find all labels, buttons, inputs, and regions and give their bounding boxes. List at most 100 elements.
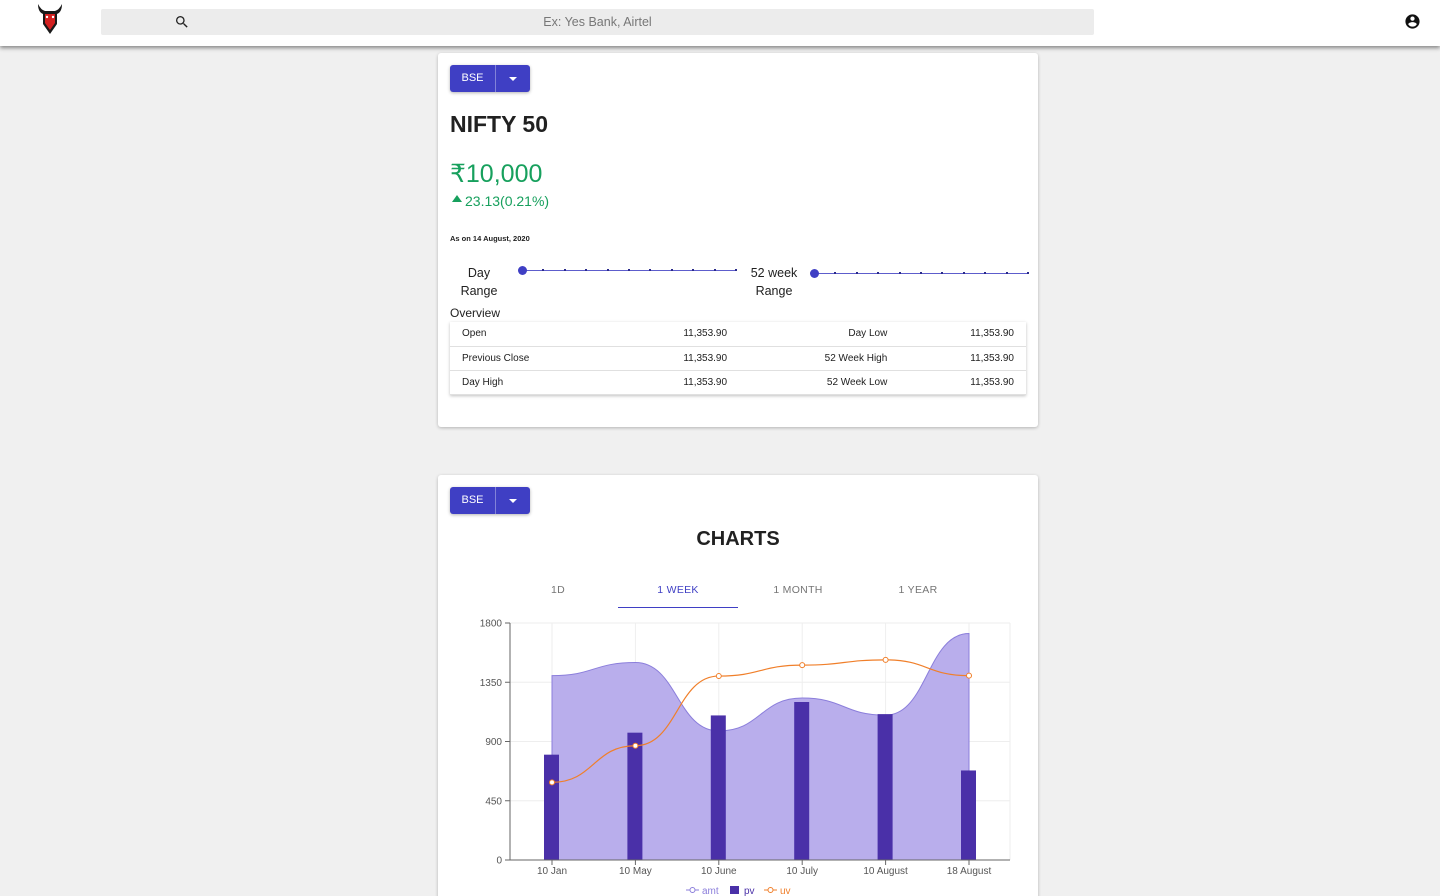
pv-bar[interactable] xyxy=(710,715,726,860)
overview-table: Open 11,353.90 Day Low 11,353.90 Previou… xyxy=(450,322,1026,395)
tab-1-year[interactable]: 1 YEAR xyxy=(858,572,978,608)
slider-tick xyxy=(1005,272,1008,274)
exchange-button[interactable]: BSE xyxy=(450,487,496,514)
slider-tick xyxy=(735,269,737,271)
slider-tick xyxy=(1027,272,1029,274)
exchange-split-button: BSE xyxy=(450,487,530,514)
uv-point[interactable] xyxy=(966,672,972,679)
charts-title: CHARTS xyxy=(696,528,780,550)
x-tick-label: 10 August xyxy=(863,866,908,877)
slider-tick xyxy=(834,272,837,274)
slider-tick xyxy=(628,269,630,271)
legend-swatch xyxy=(730,886,739,894)
uv-point[interactable] xyxy=(715,673,722,680)
amt-area-series xyxy=(551,633,970,861)
slider-tick xyxy=(606,269,609,271)
table-row: Previous Close 11,353.90 52 Week High 11… xyxy=(450,346,1026,371)
legend-swatch xyxy=(689,887,696,893)
slider-tick xyxy=(984,272,987,274)
tab-1-month[interactable]: 1 MONTH xyxy=(738,572,858,608)
arrow-up-icon xyxy=(452,195,462,202)
slider-tick xyxy=(713,269,716,271)
tab-1d[interactable]: 1D xyxy=(498,572,618,608)
table-cell: 11,353.90 xyxy=(612,322,740,347)
slider-tick xyxy=(855,272,858,274)
slider-tick xyxy=(585,269,588,271)
table-cell: 11,353.90 xyxy=(899,322,1026,347)
uv-point[interactable] xyxy=(882,656,889,663)
slider-tick xyxy=(563,269,566,271)
slider-tick xyxy=(898,272,901,274)
legend-label[interactable]: pv xyxy=(744,886,755,896)
slider-thumb[interactable] xyxy=(810,269,819,278)
price-change-value: 23.13(0.21%) xyxy=(465,193,550,209)
price-change: 23.13(0.21%) xyxy=(452,193,549,209)
price-chart: 0 450 900 1350 1800 10 Jan 10 May 10 June 10 Jul… xyxy=(480,619,1011,896)
table-cell: 11,353.90 xyxy=(612,370,740,395)
slider-tick xyxy=(542,269,545,271)
table-row: Day High 11,353.90 52 Week Low 11,353.90 xyxy=(450,370,1026,395)
slider-tick xyxy=(649,269,652,271)
exchange-split-button: BSE xyxy=(450,65,530,92)
day-range-slider[interactable] xyxy=(518,266,737,276)
y-tick-label: 450 xyxy=(485,796,502,807)
table-cell: 11,353.90 xyxy=(612,346,740,371)
x-tick-label: 10 Jan xyxy=(537,866,567,877)
y-tick-label: 900 xyxy=(485,737,502,748)
y-tick-label: 1350 xyxy=(480,678,503,689)
search-bar[interactable] xyxy=(101,9,1094,35)
overview-label: Overview xyxy=(450,306,501,320)
exchange-dropdown-button[interactable] xyxy=(496,487,530,514)
pv-bar[interactable] xyxy=(627,732,643,860)
slider-tick xyxy=(962,272,965,274)
pv-bar[interactable] xyxy=(877,714,893,860)
y-tick-label: 1800 xyxy=(480,619,503,630)
charts-card: BSE CHARTS 1D 1 WEEK 1 MONTH 1 YEAR 0 450… xyxy=(438,475,1038,896)
search-input[interactable] xyxy=(101,9,1094,35)
pv-bar[interactable] xyxy=(794,702,810,860)
slider-tick xyxy=(670,269,673,271)
uv-point[interactable] xyxy=(549,779,555,786)
table-row: Open 11,353.90 Day Low 11,353.90 xyxy=(450,322,1026,347)
table-cell: 52 Week High xyxy=(739,346,900,371)
week52-range-slider[interactable] xyxy=(810,269,1029,279)
x-tick-label: 18 August xyxy=(947,866,992,877)
uv-point[interactable] xyxy=(632,742,639,749)
quote-card: BSE NIFTY 50 ₹10,000 23.13(0.21%) As on … xyxy=(438,53,1038,427)
exchange-button[interactable]: BSE xyxy=(450,65,496,92)
caret-down-icon xyxy=(509,498,517,503)
legend-swatch xyxy=(767,887,774,893)
table-cell: Previous Close xyxy=(450,346,613,371)
tab-1-week[interactable]: 1 WEEK xyxy=(618,572,738,608)
exchange-dropdown-button[interactable] xyxy=(496,65,530,92)
slider-tick xyxy=(877,272,880,274)
x-tick-label: 10 May xyxy=(619,866,652,877)
pv-bar[interactable] xyxy=(961,770,976,860)
account-circle-icon[interactable] xyxy=(1404,13,1421,30)
day-range-label: Day Range xyxy=(460,266,498,298)
pv-bar[interactable] xyxy=(544,754,559,860)
table-cell: Open xyxy=(450,322,613,347)
index-price: ₹10,000 xyxy=(450,160,543,188)
slider-tick xyxy=(920,272,922,274)
table-cell: 11,353.90 xyxy=(899,370,1026,395)
week52-range-label: 52 week Range xyxy=(750,266,798,298)
slider-thumb[interactable] xyxy=(518,266,527,275)
legend-label[interactable]: uv xyxy=(780,886,791,896)
timeframe-tabs: 1D 1 WEEK 1 MONTH 1 YEAR xyxy=(498,572,978,608)
table-cell: 52 Week Low xyxy=(739,370,900,395)
table-cell: 11,353.90 xyxy=(899,346,1026,371)
slider-tick xyxy=(941,272,944,274)
y-tick-label: 0 xyxy=(496,856,502,867)
as-on-date: As on 14 August, 2020 xyxy=(450,234,530,243)
x-tick-label: 10 June xyxy=(701,866,737,877)
table-cell: Day High xyxy=(450,370,613,395)
top-app-bar xyxy=(0,0,1440,46)
legend-label[interactable]: amt xyxy=(702,886,719,896)
bull-logo-icon[interactable] xyxy=(35,2,65,36)
uv-point[interactable] xyxy=(799,662,806,669)
x-tick-label: 10 July xyxy=(786,866,818,877)
slider-tick xyxy=(692,269,695,271)
index-name: NIFTY 50 xyxy=(450,111,548,137)
caret-down-icon xyxy=(509,76,517,81)
